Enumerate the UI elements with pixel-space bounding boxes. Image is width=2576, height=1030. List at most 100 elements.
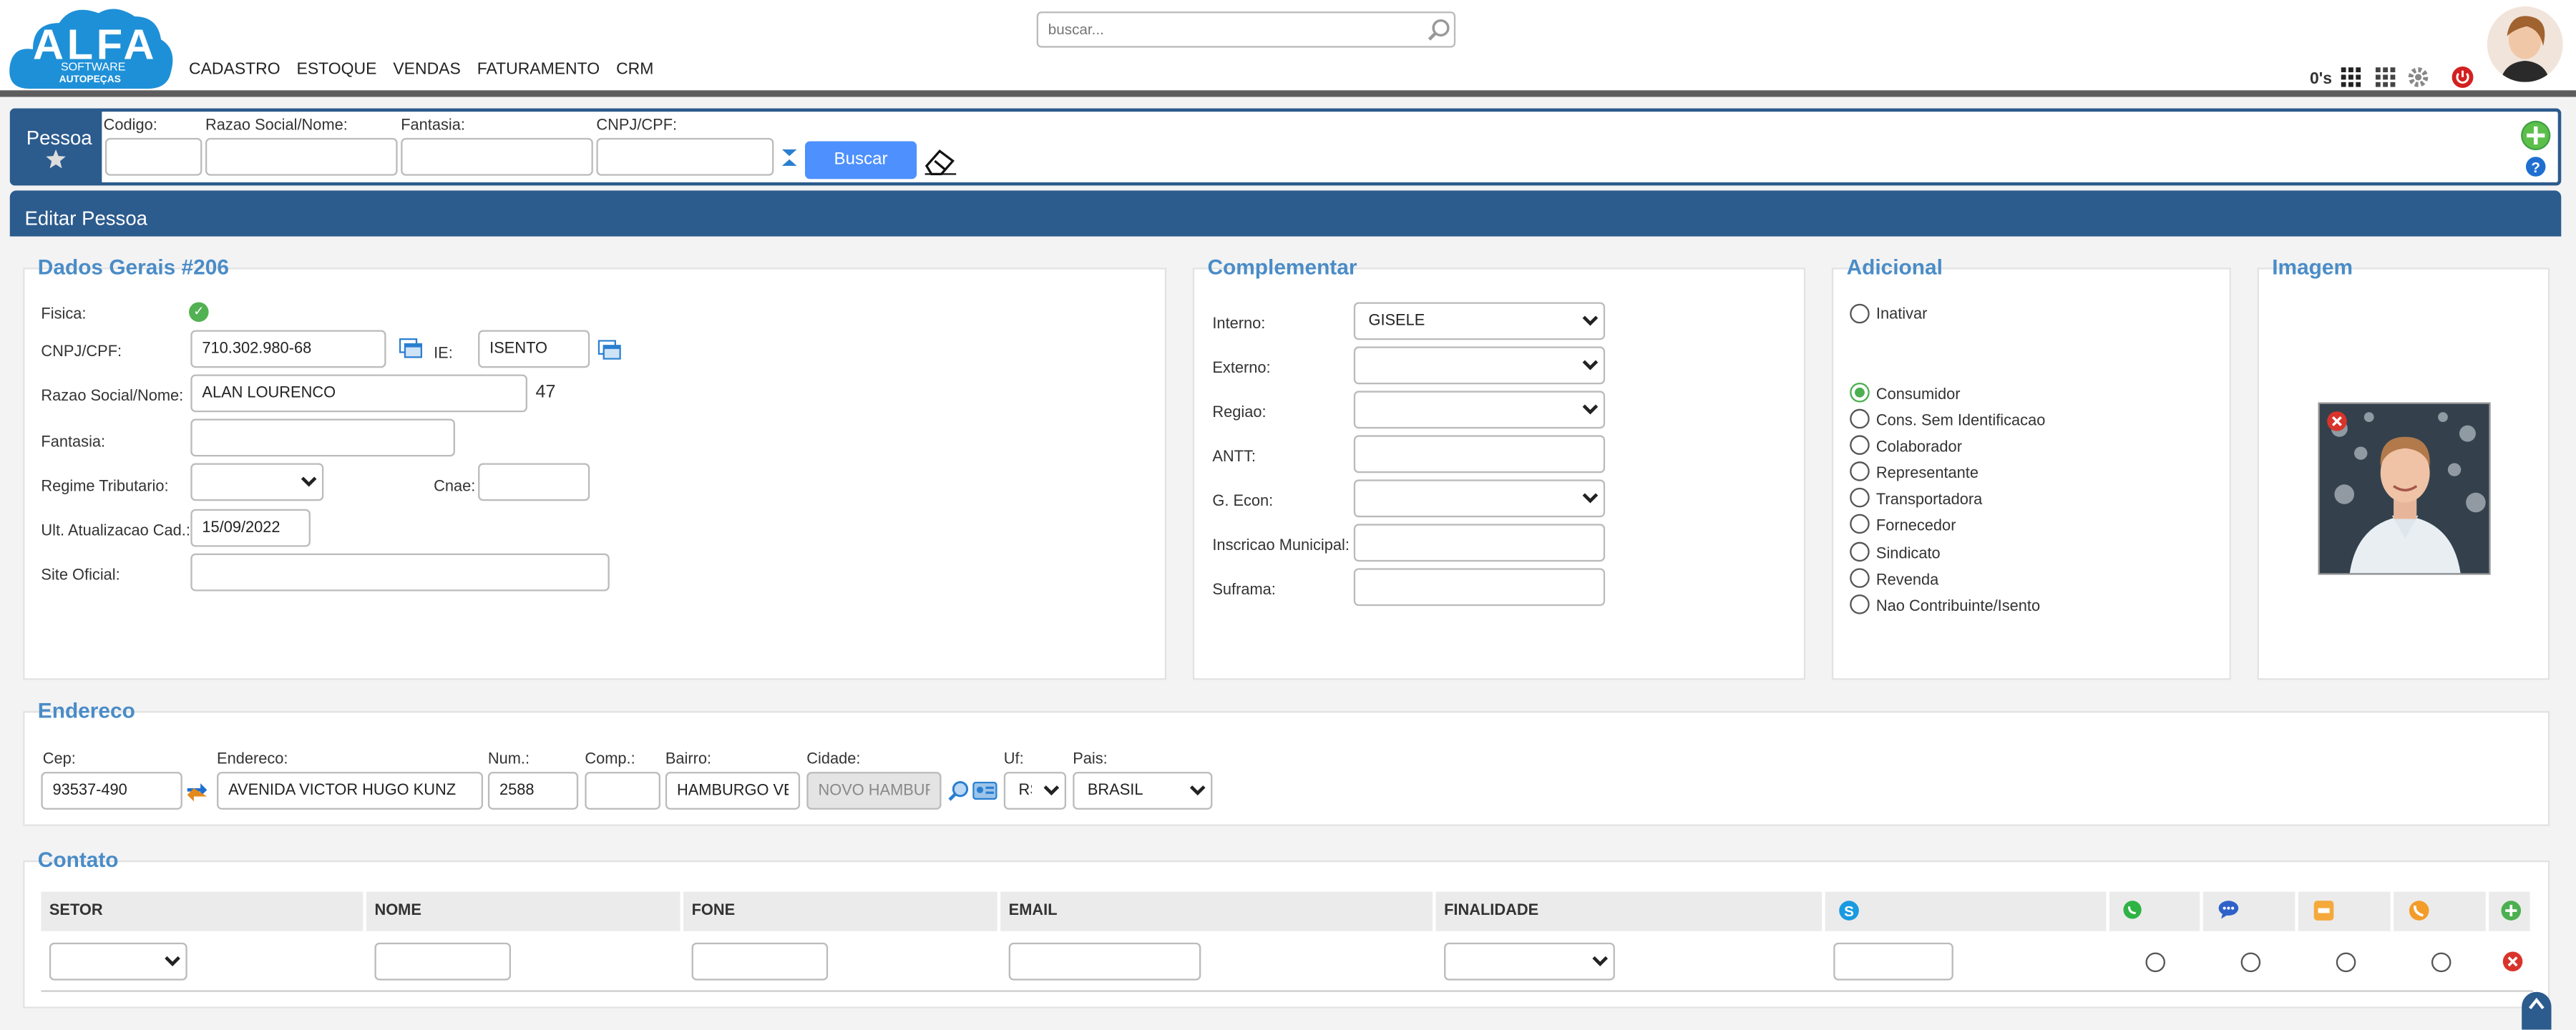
apps-grid-icon[interactable]: [2341, 67, 2361, 87]
cnpj-search-input[interactable]: [596, 137, 774, 176]
search-icon[interactable]: [1428, 18, 1450, 41]
logo-subtext: SOFTWARE: [60, 62, 126, 74]
ie-field[interactable]: [478, 330, 590, 368]
menu-grid-icon[interactable]: [2375, 67, 2396, 87]
page-title: Editar Pessoa: [24, 207, 147, 230]
cnae-field[interactable]: [478, 463, 590, 501]
antt-field[interactable]: [1353, 435, 1606, 474]
cnae-label: Cnae:: [434, 478, 476, 496]
fantasia-search-input[interactable]: [401, 137, 593, 176]
nav-crm[interactable]: CRM: [616, 61, 653, 79]
adicional-title: Adicional: [1846, 254, 1943, 280]
pais-select[interactable]: BRASIL: [1073, 772, 1213, 810]
suframa-label: Suframa:: [1212, 581, 1276, 600]
codigo-input[interactable]: [104, 137, 203, 176]
setor-select[interactable]: [49, 942, 187, 981]
magnify-icon[interactable]: [948, 780, 970, 802]
comp-label: Comp.:: [585, 750, 635, 769]
nav-estoque[interactable]: ESTOQUE: [297, 61, 377, 79]
copy-window-icon[interactable]: [399, 338, 423, 358]
transportadora-radio[interactable]: [1850, 487, 1870, 508]
phone-icon: [2409, 901, 2429, 921]
nao-contribuinte-radio[interactable]: [1850, 594, 1870, 614]
inscricao-field[interactable]: [1353, 524, 1606, 562]
finalidade-select[interactable]: [1444, 942, 1615, 981]
whatsapp-radio[interactable]: [2145, 952, 2165, 973]
toolbar-label-cnpj: CNPJ/CPF:: [596, 117, 678, 135]
sindicato-label: Sindicato: [1875, 545, 1941, 564]
fantasia-label: Fantasia:: [41, 433, 106, 452]
email-marketing-radio[interactable]: [2336, 952, 2356, 973]
colaborador-radio[interactable]: [1850, 435, 1870, 455]
atualizacao-field[interactable]: [190, 509, 311, 547]
fisica-check[interactable]: ✓: [189, 302, 209, 322]
sms-radio[interactable]: [2240, 952, 2261, 973]
swap-arrows-icon[interactable]: [185, 780, 208, 803]
phone-radio[interactable]: [2431, 952, 2451, 973]
gecon-label: G. Econ:: [1212, 492, 1274, 511]
profile-photo[interactable]: [2318, 402, 2491, 575]
bairro-field[interactable]: [665, 772, 801, 810]
nav-vendas[interactable]: VENDAS: [393, 61, 460, 79]
revenda-radio[interactable]: [1850, 568, 1870, 588]
contato-title: Contato: [37, 847, 119, 873]
regime-select[interactable]: [190, 463, 324, 501]
externo-select[interactable]: [1353, 346, 1606, 385]
interno-select[interactable]: GISELE: [1353, 302, 1606, 340]
interno-label: Interno:: [1212, 315, 1266, 334]
nav-cadastro[interactable]: CADASTRO: [189, 61, 280, 79]
inscricao-label: Inscricao Municipal:: [1212, 536, 1350, 556]
cep-field[interactable]: [41, 772, 182, 810]
logo[interactable]: ALFA SOFTWARE AUTOPEÇAS: [6, 6, 174, 92]
delete-row-icon[interactable]: [2502, 951, 2524, 972]
antt-label: ANTT:: [1212, 448, 1256, 467]
remove-photo-icon[interactable]: [2326, 411, 2348, 432]
representante-radio[interactable]: [1850, 461, 1870, 481]
endereco-field[interactable]: [217, 772, 483, 810]
uf-select[interactable]: RS: [1003, 772, 1067, 810]
cidade-field: [806, 772, 942, 810]
fantasia-field[interactable]: [190, 418, 455, 457]
expand-icon[interactable]: [781, 148, 799, 168]
cons-sem-ident-radio[interactable]: [1850, 408, 1870, 429]
eraser-icon[interactable]: [922, 146, 958, 175]
suframa-field[interactable]: [1353, 568, 1606, 607]
skype-field[interactable]: [1833, 942, 1953, 981]
help-icon[interactable]: ?: [2525, 156, 2547, 177]
inativar-radio[interactable]: [1850, 303, 1870, 324]
fone-field[interactable]: [691, 942, 829, 981]
add-icon[interactable]: [2520, 120, 2552, 152]
sindicato-radio[interactable]: [1850, 541, 1870, 562]
id-card-icon[interactable]: [972, 781, 997, 800]
nome-field[interactable]: [374, 942, 512, 981]
site-field[interactable]: [190, 553, 610, 592]
col-fone: FONE: [683, 891, 1001, 931]
razao-search-input[interactable]: [205, 137, 398, 176]
comp-field[interactable]: [585, 772, 660, 810]
email-field[interactable]: [1008, 942, 1201, 981]
scroll-top-button[interactable]: [2522, 991, 2552, 1030]
chevron-up-icon: [2529, 997, 2545, 1009]
gecon-select[interactable]: [1353, 479, 1606, 518]
power-icon[interactable]: [2451, 66, 2474, 89]
razao-field[interactable]: [190, 374, 527, 413]
consumidor-radio[interactable]: [1850, 382, 1870, 403]
toolbar-label-fantasia: Fantasia:: [401, 117, 465, 135]
fornecedor-radio[interactable]: [1850, 514, 1870, 534]
regiao-select[interactable]: [1353, 391, 1606, 429]
star-icon[interactable]: [46, 149, 66, 170]
endereco-label: Endereco:: [217, 750, 288, 769]
nao-contribuinte-label: Nao Contribuinte/Isento: [1875, 597, 2041, 616]
header-divider: [0, 90, 2576, 97]
add-contact-icon[interactable]: [2500, 900, 2522, 921]
user-avatar[interactable]: [2487, 6, 2563, 82]
num-field[interactable]: [487, 772, 579, 810]
copy-window-icon-2[interactable]: [597, 340, 621, 360]
gear-icon[interactable]: [2406, 66, 2429, 89]
email-marketing-icon: [2313, 901, 2334, 921]
cnpj-field[interactable]: [190, 330, 386, 368]
global-search-input[interactable]: [1036, 11, 1456, 48]
buscar-button[interactable]: Buscar: [804, 141, 917, 180]
nav-faturamento[interactable]: FATURAMENTO: [477, 61, 600, 79]
svg-text:S: S: [1844, 903, 1854, 920]
